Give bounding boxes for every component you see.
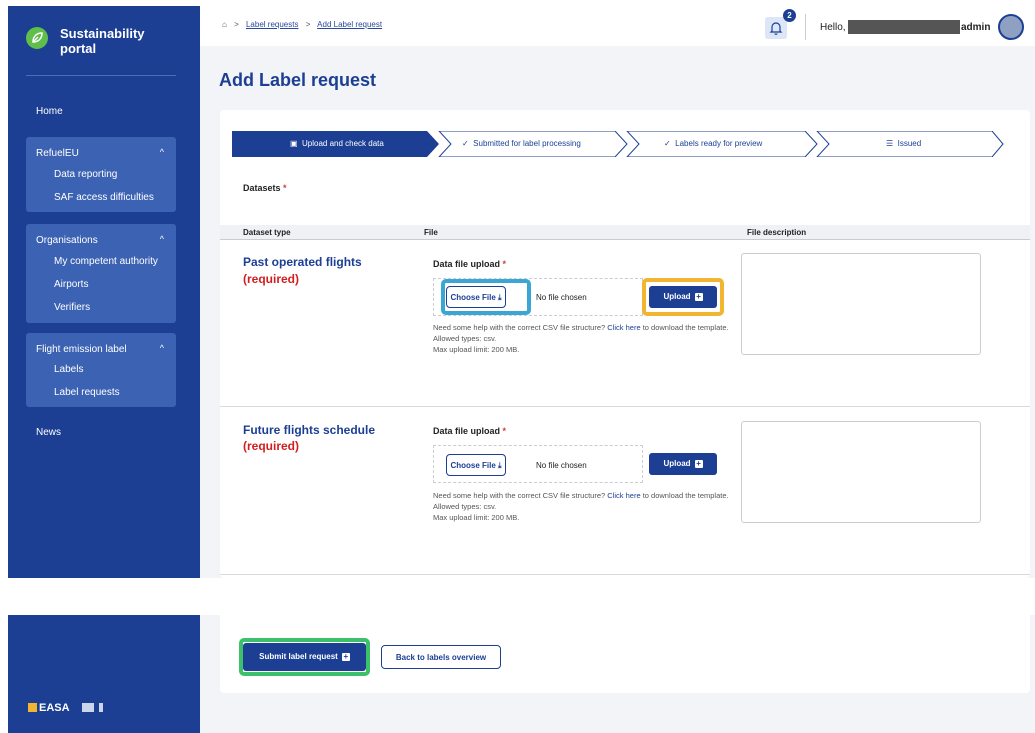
breadcrumb-label-requests[interactable]: Label requests xyxy=(246,20,298,29)
sidebar-item-competent-authority[interactable]: My competent authority xyxy=(54,256,158,267)
csv-help-text: Need some help with the correct CSV file… xyxy=(433,323,729,354)
sidebar-item-data-reporting[interactable]: Data reporting xyxy=(54,169,117,180)
choose-file-button[interactable]: Choose File ⤓ xyxy=(446,454,506,476)
dataset-required: (required) xyxy=(243,272,300,286)
page-title: Add Label request xyxy=(219,70,377,90)
file-description-textarea[interactable] xyxy=(741,421,981,523)
sidebar-group-flight-emission-label: Flight emission label ^ Labels Label req… xyxy=(26,333,176,407)
breadcrumb: ⌂ > Label requests > Add Label request xyxy=(222,20,383,29)
check-icon: ✓ xyxy=(462,139,469,148)
dataset-required: (required) xyxy=(243,439,300,453)
user-role[interactable]: admin xyxy=(961,22,990,33)
greeting: Hello, xyxy=(820,22,846,33)
check-icon: ✓ xyxy=(664,139,671,148)
highlight-choose-file xyxy=(441,279,531,315)
eu-flag-icon xyxy=(82,703,95,712)
stepper: ▣ Upload and check data ✓ Submitted for … xyxy=(232,131,1004,157)
chevron-up-icon[interactable]: ^ xyxy=(160,147,164,157)
no-file-chosen: No file chosen xyxy=(536,461,587,470)
sidebar-group-label[interactable]: RefuelEU xyxy=(36,148,79,159)
sidebar-group-label[interactable]: Flight emission label xyxy=(36,344,127,355)
column-file-description: File description xyxy=(747,228,807,237)
upload-doc-icon: ▣ xyxy=(290,139,298,148)
bell-icon xyxy=(769,22,783,35)
step-submitted: ✓ Submitted for label processing xyxy=(462,139,581,148)
sidebar-group-organisations: Organisations ^ My competent authority A… xyxy=(26,224,176,323)
sidebar-item-airports[interactable]: Airports xyxy=(54,279,88,290)
column-file: File xyxy=(424,228,438,237)
sidebar-item-verifiers[interactable]: Verifiers xyxy=(54,302,90,313)
sidebar-item-home[interactable]: Home xyxy=(36,106,63,117)
footer-logo-text: EASA xyxy=(39,702,70,714)
sidebar-group-refueleu: RefuelEU ^ Data reporting SAF access dif… xyxy=(26,137,176,212)
easa-logo: EASA xyxy=(28,702,104,714)
csv-help-text: Need some help with the correct CSV file… xyxy=(433,491,729,522)
sidebar-item-labels[interactable]: Labels xyxy=(54,364,83,375)
download-arrow-icon: ⤓ xyxy=(498,461,502,470)
back-to-labels-button[interactable]: Back to labels overview xyxy=(381,645,501,669)
step-issued: ☰ Issued xyxy=(886,139,922,148)
table-header xyxy=(220,225,1030,240)
data-file-upload-label: Data file upload * xyxy=(433,259,507,269)
notifications-button[interactable] xyxy=(765,17,787,39)
chevron-up-icon[interactable]: ^ xyxy=(160,343,164,353)
leaf-logo-icon xyxy=(26,27,48,49)
plus-icon: + xyxy=(341,651,350,661)
no-file-chosen: No file chosen xyxy=(536,293,587,302)
upload-button[interactable]: Upload + xyxy=(649,453,717,475)
building-icon xyxy=(99,703,104,712)
template-link[interactable]: Click here xyxy=(607,491,640,500)
file-description-textarea[interactable] xyxy=(741,253,981,355)
easa-mark-icon xyxy=(28,703,37,712)
row-divider xyxy=(220,574,1030,575)
sidebar-bottom xyxy=(8,615,200,733)
portal-name[interactable]: Sustainability portal xyxy=(60,26,180,56)
step-ready-for-preview: ✓ Labels ready for preview xyxy=(664,139,763,148)
template-link[interactable]: Click here xyxy=(607,323,640,332)
avatar[interactable] xyxy=(998,14,1024,40)
submit-label-request-button[interactable]: Submit label request + xyxy=(243,643,366,671)
sidebar-item-label-requests[interactable]: Label requests xyxy=(54,387,120,398)
breadcrumb-add-label-request[interactable]: Add Label request xyxy=(317,20,382,29)
home-icon[interactable]: ⌂ xyxy=(222,20,227,29)
dataset-title: Future flights schedule xyxy=(243,423,376,437)
sidebar-group-label[interactable]: Organisations xyxy=(36,235,98,246)
notification-badge: 2 xyxy=(783,9,796,22)
sidebar-item-saf-access[interactable]: SAF access difficulties xyxy=(54,192,154,203)
column-dataset-type: Dataset type xyxy=(243,228,291,237)
sidebar-item-news[interactable]: News xyxy=(36,427,61,438)
header-divider xyxy=(805,14,806,40)
highlight-upload xyxy=(642,278,724,316)
chevron-up-icon[interactable]: ^ xyxy=(160,234,164,244)
issued-icon: ☰ xyxy=(886,139,894,148)
datasets-label: Datasets * xyxy=(243,183,287,193)
dataset-title: Past operated flights xyxy=(243,255,362,269)
redacted-username xyxy=(848,20,960,34)
step-upload-and-check: ▣ Upload and check data xyxy=(290,139,384,148)
row-divider xyxy=(220,406,1030,407)
sidebar-divider xyxy=(26,75,176,76)
plus-icon: + xyxy=(694,458,703,468)
data-file-upload-label: Data file upload * xyxy=(433,426,507,436)
